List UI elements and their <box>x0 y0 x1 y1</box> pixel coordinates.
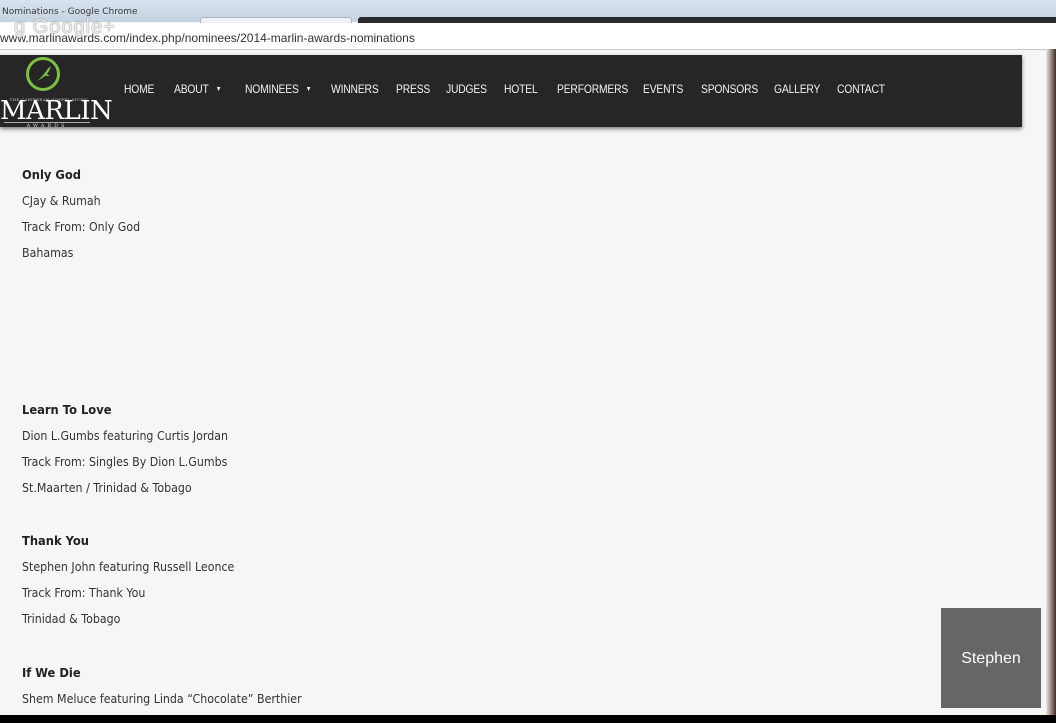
site-navbar: THE CARIBBEAN GOSPEL MUSIC MARLIN AWARDS… <box>0 55 1022 129</box>
logo-wordmark: MARLIN <box>0 96 113 126</box>
nav-label: ABOUT <box>174 82 209 96</box>
nav-label: GALLERY <box>774 82 821 96</box>
nav-label: JUDGES <box>446 82 487 96</box>
nav-label: EVENTS <box>643 82 684 96</box>
nomination-artist: Stephen John featuring Russell Leonce <box>22 560 235 574</box>
nomination-title: If We Die <box>22 665 81 680</box>
nomination-track: Track From: Only God <box>22 220 141 234</box>
caret-down-icon: ▼ <box>215 86 222 93</box>
participant-name: Stephen <box>961 650 1021 667</box>
nomination-country: Bahamas <box>22 246 74 260</box>
bottom-edge <box>0 715 1056 723</box>
nav-label: NOMINEES <box>245 82 299 96</box>
nomination-title: Only God <box>22 167 81 182</box>
video-participant-tile[interactable]: Stephen <box>941 608 1041 708</box>
nomination-artist: CJay & Rumah <box>22 194 101 208</box>
page-viewport: THE CARIBBEAN GOSPEL MUSIC MARLIN AWARDS… <box>0 50 1046 715</box>
nav-label: SPONSORS <box>701 82 759 96</box>
browser-window: Nominations - Google Chrome www.marlinaw… <box>0 0 1056 723</box>
nav-label: PERFORMERS <box>557 82 629 96</box>
nav-label: HOME <box>124 82 155 96</box>
logo-subtitle: AWARDS <box>4 122 90 129</box>
marlin-fish-icon <box>26 57 60 91</box>
nomination-title: Learn To Love <box>22 402 112 417</box>
nomination-track: Track From: Thank You <box>22 586 146 600</box>
nav-press[interactable]: PRESS <box>396 82 430 96</box>
nomination-artist: Dion L.Gumbs featuring Curtis Jordan <box>22 429 228 443</box>
nav-performers[interactable]: PERFORMERS <box>557 82 628 96</box>
nav-gallery[interactable]: GALLERY <box>774 82 820 96</box>
nav-home[interactable]: HOME <box>124 82 154 96</box>
nav-judges[interactable]: JUDGES <box>446 82 487 96</box>
nomination-artist: Shem Meluce featuring Linda “Chocolate” … <box>22 692 302 706</box>
google-plus-overlay: g Google+ <box>14 16 116 38</box>
nomination-title: Thank You <box>22 533 90 548</box>
nav-label: WINNERS <box>331 82 379 96</box>
nav-label: PRESS <box>396 82 431 96</box>
nav-label: HOTEL <box>504 82 538 96</box>
caret-down-icon: ▼ <box>305 86 312 93</box>
nav-events[interactable]: EVENTS <box>643 82 683 96</box>
window-titlebar: Nominations - Google Chrome <box>0 0 1056 24</box>
nav-contact[interactable]: CONTACT <box>837 82 885 96</box>
nav-about[interactable]: ABOUT ▼ <box>174 82 222 96</box>
nomination-track: Track From: Singles By Dion L.Gumbs <box>22 455 228 469</box>
address-bar[interactable]: www.marlinawards.com/index.php/nominees/… <box>0 23 1056 50</box>
desktop-background-edge <box>1046 49 1056 723</box>
nomination-country: St.Maarten / Trinidad & Tobago <box>22 481 192 495</box>
nav-label: CONTACT <box>837 82 885 96</box>
nav-sponsors[interactable]: SPONSORS <box>701 82 758 96</box>
nomination-country: Trinidad & Tobago <box>22 612 121 626</box>
nav-hotel[interactable]: HOTEL <box>504 82 538 96</box>
marlin-awards-logo[interactable]: THE CARIBBEAN GOSPEL MUSIC MARLIN AWARDS <box>0 55 113 129</box>
nav-nominees[interactable]: NOMINEES ▼ <box>245 82 312 96</box>
nav-winners[interactable]: WINNERS <box>331 82 379 96</box>
